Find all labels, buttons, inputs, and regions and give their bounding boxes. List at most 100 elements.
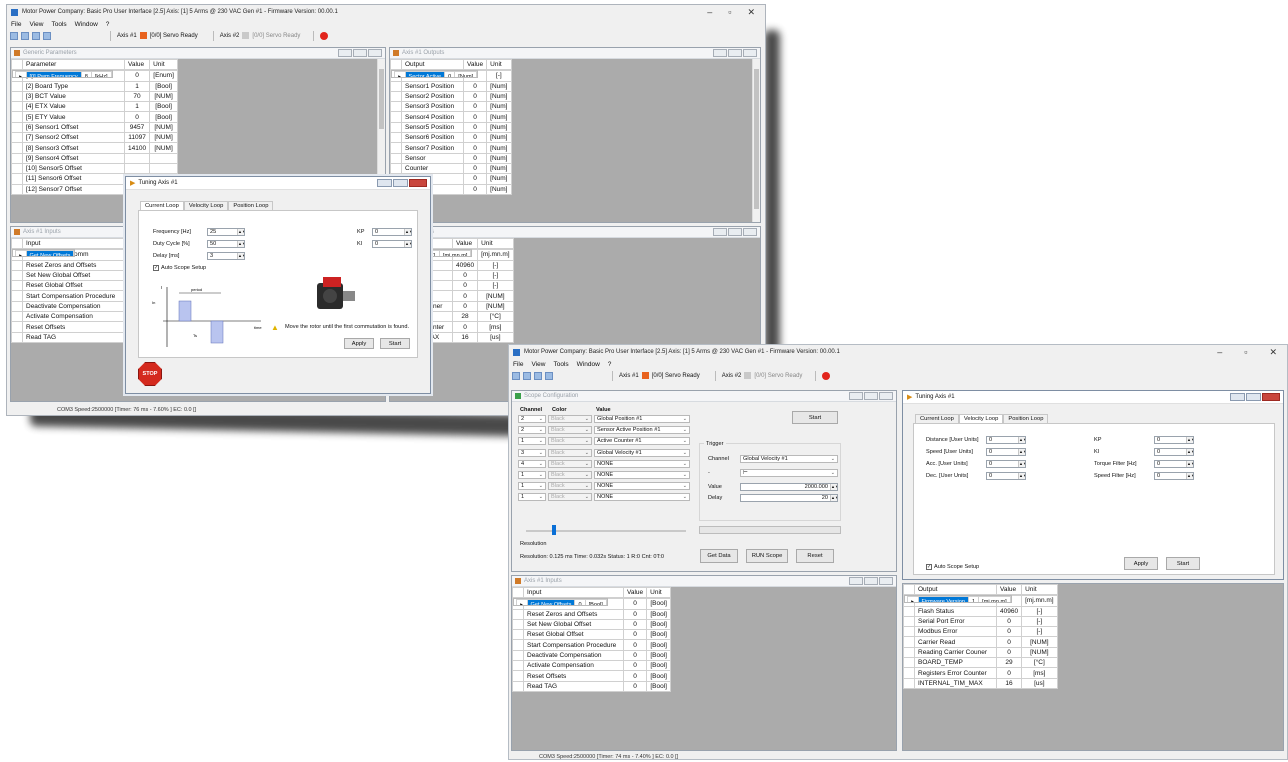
channel-select[interactable]: 1 ⌄: [518, 471, 546, 479]
tab-current-loop[interactable]: Current Loop: [915, 414, 959, 423]
row-header[interactable]: ▸: [393, 71, 406, 78]
minimize-icon[interactable]: [713, 228, 727, 236]
resolution-slider-track[interactable]: [526, 530, 686, 532]
checkbox-checked-icon[interactable]: ✓: [153, 265, 159, 271]
table-row[interactable]: ▸ Firmware Version 1 [mj.mn.m]: [903, 595, 1012, 604]
table-row[interactable]: Reset Zeros and Offsets 0 [Bool]: [512, 608, 672, 620]
channel-select[interactable]: 2 ⌄: [518, 426, 546, 435]
open-icon[interactable]: [523, 371, 531, 380]
table-row[interactable]: Reading Carrier Couner 0 [NUM]: [903, 646, 1058, 659]
kp-input[interactable]: 0 ▲▼: [372, 228, 412, 236]
column-header[interactable]: Value: [123, 59, 151, 71]
start-button[interactable]: Start: [1166, 557, 1200, 570]
row-header[interactable]: [390, 121, 402, 134]
column-header[interactable]: Value: [451, 238, 479, 250]
tab-position-loop[interactable]: Position Loop: [228, 201, 274, 210]
row-header[interactable]: [903, 677, 915, 689]
close-icon[interactable]: [879, 392, 893, 400]
table-row[interactable]: Reset Global Offset: [11, 280, 141, 292]
spin-icon[interactable]: ▲▼: [1018, 437, 1025, 443]
new-icon[interactable]: [512, 371, 520, 380]
chart-icon[interactable]: [534, 371, 542, 380]
table-row[interactable]: Reset Offsets: [11, 321, 141, 333]
trigger-channel-select[interactable]: Global Velocity #1 ⌄: [740, 455, 838, 463]
table-row[interactable]: Counter 0 [Num]: [390, 162, 512, 175]
maximize-icon[interactable]: ▫: [1244, 347, 1247, 358]
row-header[interactable]: [390, 152, 402, 164]
minimize-icon[interactable]: [849, 577, 863, 585]
table-row[interactable]: Sensor3 Position 0 [Num]: [390, 101, 512, 113]
field-input[interactable]: 0 ▲▼: [1154, 472, 1194, 480]
table-row[interactable]: ▸ [0] Pwm Frequency 8 [kHz]: [11, 70, 113, 79]
table-row[interactable]: Read TAG: [11, 331, 141, 343]
table-row[interactable]: ▸ Sector Active 0 [Num]: [390, 70, 479, 79]
restore-icon[interactable]: [728, 49, 742, 57]
spin-icon[interactable]: ▲▼: [1018, 461, 1025, 467]
spin-icon[interactable]: ▲▼: [237, 241, 244, 247]
close-icon[interactable]: ✕: [747, 7, 755, 18]
column-header[interactable]: Output: [401, 59, 464, 71]
row-header[interactable]: [512, 608, 524, 620]
row-header[interactable]: [512, 639, 524, 651]
row-header[interactable]: [390, 90, 402, 103]
close-icon[interactable]: [743, 49, 757, 57]
table-row[interactable]: Activate Compensation: [11, 311, 141, 323]
auto-scope-checkbox[interactable]: ✓ Auto Scope Setup: [926, 564, 979, 570]
row-header[interactable]: [11, 311, 23, 323]
row-header[interactable]: [11, 132, 23, 144]
table-row[interactable]: [5] ETY Value 0 [Bool]: [11, 111, 179, 123]
value-select[interactable]: NONE ⌄: [594, 493, 690, 502]
start-button[interactable]: Start: [380, 338, 410, 349]
row-header[interactable]: [903, 605, 915, 617]
spin-icon[interactable]: ▲▼: [1186, 449, 1193, 455]
tab-current-loop[interactable]: Current Loop: [140, 201, 184, 210]
run-scope-button[interactable]: RUN Scope: [746, 549, 788, 563]
row-header[interactable]: [11, 90, 23, 103]
table-row[interactable]: [7] Sensor2 Offset 11097 [NUM]: [11, 132, 179, 144]
stop-icon[interactable]: [822, 371, 831, 380]
minimize-icon[interactable]: [338, 49, 352, 57]
table-row[interactable]: [9] Sensor4 Offset: [11, 152, 179, 164]
color-select[interactable]: Black ⌄: [548, 493, 592, 502]
table-row[interactable]: Reset Zeros and Offsets: [11, 259, 141, 271]
row-header[interactable]: ▸: [515, 599, 528, 606]
color-select[interactable]: Black ⌄: [548, 448, 592, 457]
row-header[interactable]: [390, 80, 402, 92]
row-header[interactable]: [11, 173, 23, 185]
table-row[interactable]: [8] Sensor3 Offset 14100 [NUM]: [11, 142, 179, 154]
table-row[interactable]: Carrier Read 0 [NUM]: [903, 636, 1058, 648]
spin-icon[interactable]: ▲▼: [830, 484, 837, 490]
chart-icon[interactable]: [32, 31, 40, 40]
row-header[interactable]: [11, 280, 23, 292]
duty-cycle-input[interactable]: 50 ▲▼: [207, 240, 245, 248]
row-header[interactable]: [512, 670, 524, 682]
color-select[interactable]: Black ⌄: [548, 482, 592, 491]
row-header[interactable]: [903, 615, 915, 628]
table-row[interactable]: [10] Sensor5 Offset: [11, 162, 179, 175]
spin-icon[interactable]: ▲▼: [237, 229, 244, 235]
row-header[interactable]: [512, 629, 524, 641]
table-row[interactable]: Flash Status 40960 [-]: [903, 605, 1058, 617]
table-row[interactable]: Set New Global Offset: [11, 269, 141, 282]
close-icon[interactable]: [879, 577, 893, 585]
connect-icon[interactable]: [43, 31, 51, 40]
tab-position-loop[interactable]: Position Loop: [1003, 414, 1049, 423]
row-header[interactable]: [11, 80, 23, 92]
scroll-thumb[interactable]: [754, 69, 759, 209]
value-select[interactable]: Global Position #1 ⌄: [594, 415, 690, 423]
table-row[interactable]: BOARD_TEMP 29 [°C]: [903, 657, 1058, 669]
channel-select[interactable]: 1 ⌄: [518, 482, 546, 491]
row-header[interactable]: [11, 121, 23, 134]
spin-icon[interactable]: ▲▼: [1186, 437, 1193, 443]
color-select[interactable]: Black ⌄: [548, 471, 592, 479]
reset-button[interactable]: Reset: [796, 549, 834, 563]
color-select[interactable]: Black ⌄: [548, 426, 592, 435]
table-row[interactable]: Sensor5 Position 0 [Num]: [390, 121, 512, 134]
table-row[interactable]: Read TAG 0 [Bool]: [512, 680, 672, 692]
menu-item[interactable]: Window: [75, 21, 98, 28]
row-header[interactable]: [11, 331, 23, 343]
field-input[interactable]: 0 ▲▼: [1154, 448, 1194, 456]
column-header[interactable]: Value: [995, 584, 1023, 596]
row-header[interactable]: [390, 111, 402, 123]
row-header[interactable]: [390, 142, 402, 154]
